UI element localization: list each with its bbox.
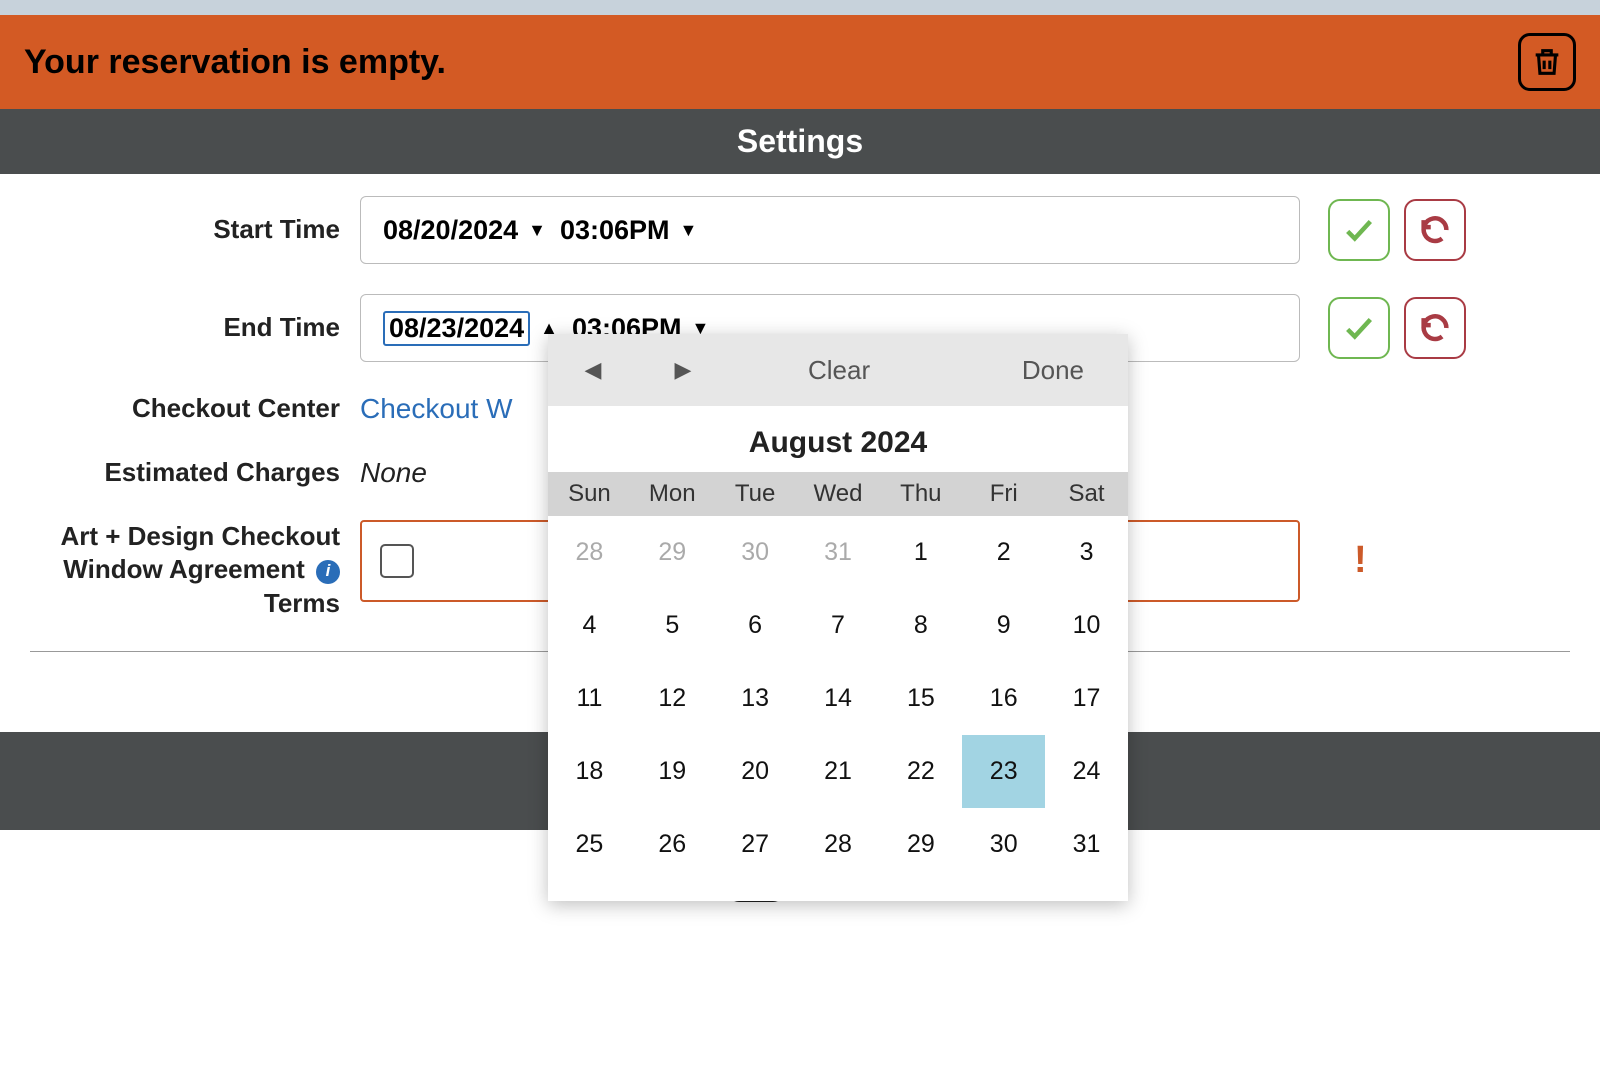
calendar-day[interactable]: 7 — [797, 589, 880, 662]
calendar-day[interactable]: 14 — [797, 662, 880, 735]
start-time-row: Start Time 08/20/2024 ▼ 03:06PM ▼ — [30, 196, 1570, 264]
calendar-day[interactable]: 23 — [962, 735, 1045, 808]
end-date-value[interactable]: 08/23/2024 — [383, 311, 530, 346]
calendar-day[interactable]: 17 — [1045, 662, 1128, 735]
calendar-dow-header: Thu — [879, 472, 962, 516]
prev-month-button[interactable]: ◀ — [568, 357, 618, 383]
end-time-revert-button[interactable] — [1404, 297, 1466, 359]
calendar-day[interactable]: 5 — [631, 589, 714, 662]
calendar-day[interactable]: 11 — [548, 662, 631, 735]
calendar-day[interactable]: 15 — [879, 662, 962, 735]
warning-icon: ! — [1354, 539, 1367, 582]
calendar-dow-header: Sun — [548, 472, 631, 516]
alert-banner: Your reservation is empty. — [0, 15, 1600, 109]
start-time-confirm-button[interactable] — [1328, 199, 1390, 261]
calendar-day-prev-month[interactable]: 28 — [548, 516, 631, 589]
check-icon — [1342, 213, 1376, 247]
agreement-label-line2: Window Agreement — [63, 554, 304, 584]
estimated-charges-value: None — [360, 457, 427, 489]
start-time-value[interactable]: 03:06PM — [560, 215, 670, 246]
info-icon[interactable]: i — [316, 560, 340, 584]
date-picker-toolbar: ◀ ▶ Clear Done — [548, 334, 1128, 406]
check-icon — [1342, 311, 1376, 345]
agreement-label: Art + Design Checkout Window Agreement i… — [30, 520, 360, 621]
start-time-revert-button[interactable] — [1404, 199, 1466, 261]
estimated-charges-label: Estimated Charges — [30, 456, 360, 490]
chevron-down-icon: ▼ — [680, 220, 698, 241]
calendar-dow-header: Mon — [631, 472, 714, 516]
calendar-day[interactable]: 19 — [631, 735, 714, 808]
start-date-value[interactable]: 08/20/2024 — [383, 215, 518, 246]
undo-icon — [1418, 213, 1452, 247]
calendar-day[interactable]: 20 — [714, 735, 797, 808]
calendar-day[interactable]: 2 — [962, 516, 1045, 589]
calendar-day[interactable]: 10 — [1045, 589, 1128, 662]
calendar-dow-header: Tue — [714, 472, 797, 516]
date-done-button[interactable]: Done — [1022, 355, 1084, 386]
calendar-day[interactable]: 24 — [1045, 735, 1128, 808]
calendar-day[interactable]: 30 — [962, 808, 1045, 881]
calendar-day[interactable]: 3 — [1045, 516, 1128, 589]
calendar-dow-header: Sat — [1045, 472, 1128, 516]
date-picker-popup: ◀ ▶ Clear Done August 2024 SunMonTueWedT… — [548, 334, 1128, 901]
calendar-day[interactable]: 8 — [879, 589, 962, 662]
start-time-label: Start Time — [30, 213, 360, 247]
trash-icon — [1530, 45, 1564, 79]
calendar-day[interactable]: 26 — [631, 808, 714, 881]
delete-reservation-button[interactable] — [1518, 33, 1576, 91]
calendar-day[interactable]: 6 — [714, 589, 797, 662]
calendar-day[interactable]: 27 — [714, 808, 797, 881]
chevron-down-icon: ▼ — [528, 220, 546, 241]
calendar-day[interactable]: 16 — [962, 662, 1045, 735]
calendar-day[interactable]: 28 — [797, 808, 880, 881]
undo-icon — [1418, 311, 1452, 345]
calendar-day[interactable]: 31 — [1045, 808, 1128, 881]
calendar-grid: SunMonTueWedThuFriSat2829303112345678910… — [548, 472, 1128, 881]
calendar-day[interactable]: 18 — [548, 735, 631, 808]
calendar-month-title: August 2024 — [548, 426, 1128, 460]
calendar-day-prev-month[interactable]: 31 — [797, 516, 880, 589]
window-top-bar — [0, 0, 1600, 15]
checkout-center-link[interactable]: Checkout W — [360, 393, 513, 425]
calendar-day[interactable]: 1 — [879, 516, 962, 589]
calendar-day[interactable]: 4 — [548, 589, 631, 662]
settings-section-header: Settings — [0, 109, 1600, 174]
calendar-day[interactable]: 9 — [962, 589, 1045, 662]
end-time-confirm-button[interactable] — [1328, 297, 1390, 359]
date-clear-button[interactable]: Clear — [808, 355, 870, 386]
agreement-label-line3: Terms — [264, 588, 340, 618]
calendar-day[interactable]: 22 — [879, 735, 962, 808]
calendar-dow-header: Fri — [962, 472, 1045, 516]
calendar-day[interactable]: 13 — [714, 662, 797, 735]
calendar-day[interactable]: 12 — [631, 662, 714, 735]
agreement-checkbox[interactable] — [380, 544, 414, 578]
calendar-day[interactable]: 29 — [879, 808, 962, 881]
calendar-day-prev-month[interactable]: 29 — [631, 516, 714, 589]
alert-message: Your reservation is empty. — [24, 43, 446, 82]
calendar-day-prev-month[interactable]: 30 — [714, 516, 797, 589]
calendar-dow-header: Wed — [797, 472, 880, 516]
next-month-button[interactable]: ▶ — [658, 357, 708, 383]
agreement-label-line1: Art + Design Checkout — [60, 521, 340, 551]
calendar-day[interactable]: 25 — [548, 808, 631, 881]
checkout-center-label: Checkout Center — [30, 392, 360, 426]
calendar-day[interactable]: 21 — [797, 735, 880, 808]
end-time-label: End Time — [30, 311, 360, 345]
start-time-input[interactable]: 08/20/2024 ▼ 03:06PM ▼ — [360, 196, 1300, 264]
